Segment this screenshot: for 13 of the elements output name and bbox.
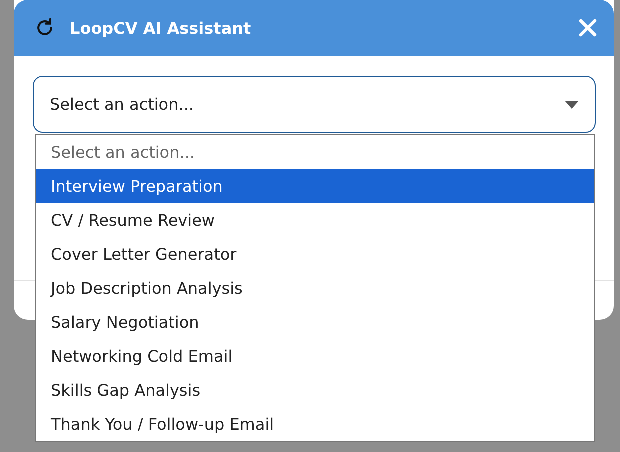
dialog-title: LoopCV AI Assistant [70, 18, 252, 38]
dropdown-option[interactable]: Interview Preparation [36, 169, 594, 203]
dropdown-option[interactable]: Salary Negotiation [36, 305, 594, 339]
dropdown-option[interactable]: Cover Letter Generator [36, 237, 594, 271]
dropdown-option[interactable]: Select an action... [36, 135, 594, 169]
close-button[interactable] [578, 18, 598, 38]
caret-icon [565, 100, 579, 108]
dropdown-option[interactable]: Thank You / Follow-up Email [36, 407, 594, 441]
action-dropdown[interactable]: Select an action... [33, 76, 596, 133]
dropdown-option[interactable]: Networking Cold Email [36, 339, 594, 373]
dropdown-option[interactable]: CV / Resume Review [36, 203, 594, 237]
dropdown-option[interactable]: Job Description Analysis [36, 271, 594, 305]
dropdown-option[interactable]: Skills Gap Analysis [36, 373, 594, 407]
